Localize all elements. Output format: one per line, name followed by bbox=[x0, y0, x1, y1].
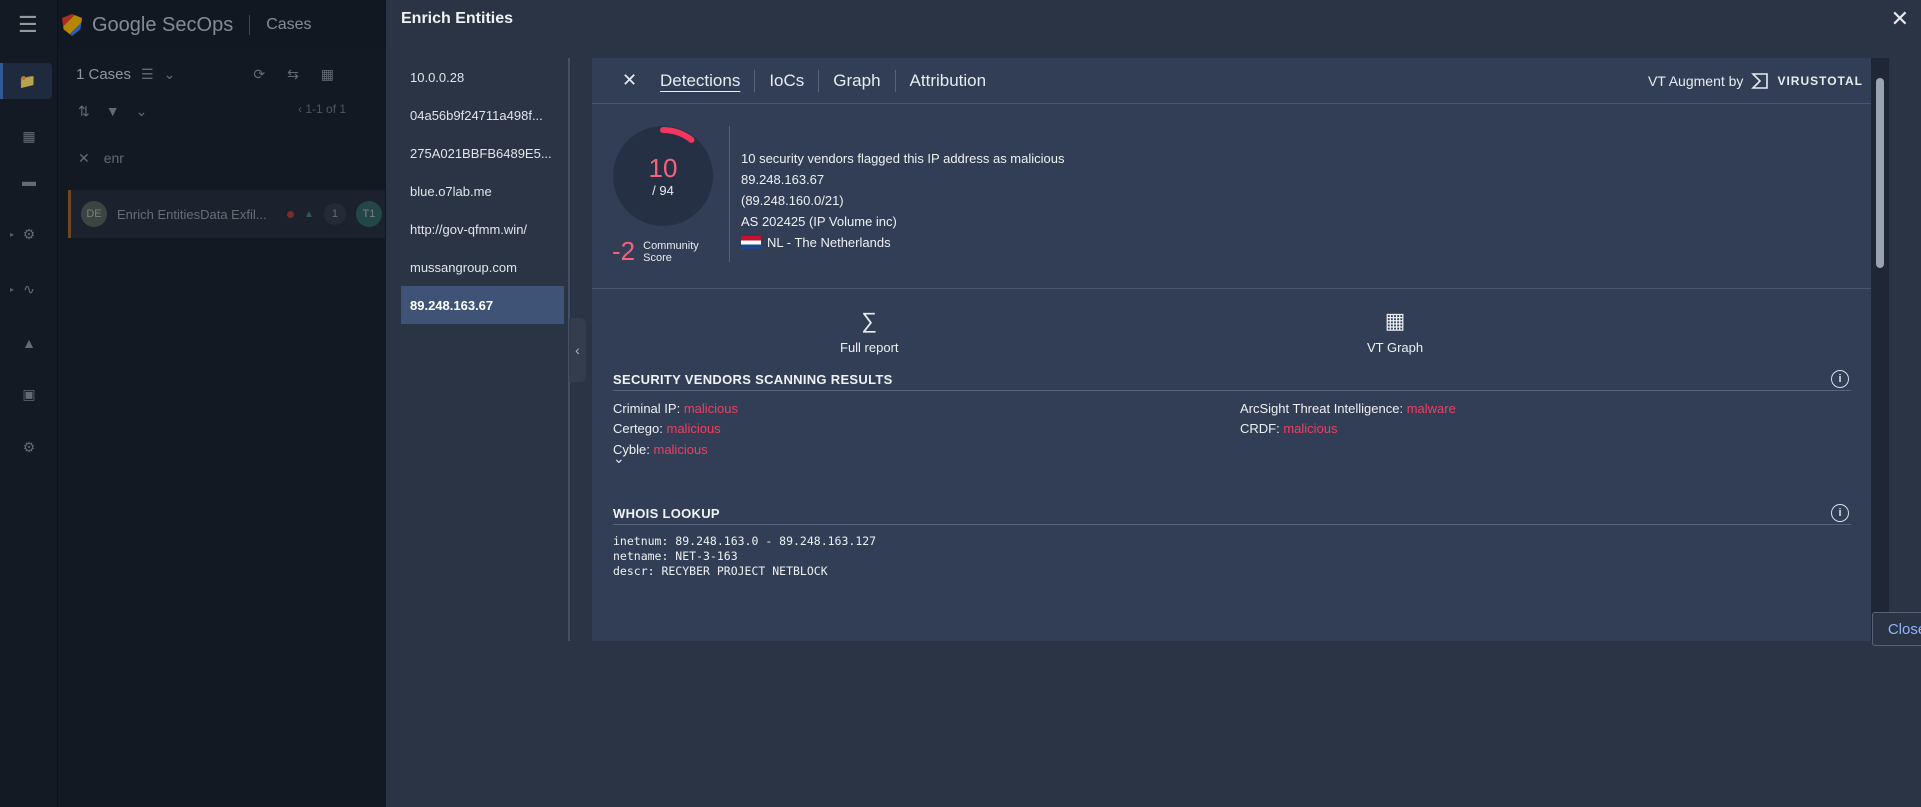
vendor-name: Criminal IP: bbox=[613, 401, 681, 416]
ip-network: (89.248.160.0/21) bbox=[741, 193, 844, 208]
vendor-name: Certego: bbox=[613, 421, 663, 436]
vendor-result: ArcSight Threat Intelligence: malware bbox=[1240, 401, 1456, 416]
full-report-label: Full report bbox=[840, 340, 899, 355]
enrich-entities-modal: Enrich Entities ✕ 10.0.0.28 04a56b9f2471… bbox=[385, 0, 1921, 807]
detection-summary: 10 security vendors flagged this IP addr… bbox=[741, 151, 1065, 166]
graph-icon: ▦ bbox=[1384, 308, 1406, 333]
whois-line: descr: RECYBER PROJECT NETBLOCK bbox=[613, 564, 828, 578]
entity-item[interactable]: 10.0.0.28 bbox=[401, 58, 564, 96]
entity-item[interactable]: 275A021BBFB6489E5... bbox=[401, 134, 564, 172]
ip-address: 89.248.163.67 bbox=[741, 172, 825, 187]
community-score-label: Community Score bbox=[643, 240, 699, 264]
whois-section-title: WHOIS LOOKUP bbox=[613, 506, 720, 521]
section-line bbox=[613, 390, 1851, 391]
virustotal-logo-icon bbox=[1751, 73, 1769, 89]
modal-title: Enrich Entities bbox=[401, 10, 514, 27]
whois-content: inetnum: 89.248.163.0 - 89.248.163.127 ne… bbox=[613, 534, 876, 579]
vendor-verdict: malware bbox=[1406, 401, 1456, 416]
entity-item[interactable]: mussangroup.com bbox=[401, 248, 564, 286]
close-icon[interactable]: ✕ bbox=[1891, 8, 1909, 30]
vendor-result: Certego: malicious bbox=[613, 421, 721, 436]
community-label-line2: Score bbox=[643, 251, 672, 264]
vendor-result: Cyble: malicious bbox=[613, 442, 708, 457]
vendors-section-title: SECURITY VENDORS SCANNING RESULTS bbox=[613, 372, 893, 387]
full-report-button[interactable]: ∑ Full report bbox=[840, 308, 899, 355]
info-icon[interactable]: i bbox=[1831, 370, 1849, 388]
tab-detections[interactable]: Detections bbox=[660, 70, 754, 92]
vt-augment-label: VT Augment by VIRUSTOTAL bbox=[1648, 72, 1863, 90]
vendor-result: CRDF: malicious bbox=[1240, 421, 1338, 436]
vt-graph-button[interactable]: ▦ VT Graph bbox=[1367, 308, 1423, 355]
country-row: NL - The Netherlands bbox=[741, 232, 1064, 253]
entity-item[interactable]: http://gov-qfmm.win/ bbox=[401, 210, 564, 248]
section-divider bbox=[592, 288, 1889, 289]
virustotal-panel: ✕ Detections IoCs Graph Attribution VT A… bbox=[592, 58, 1889, 641]
tab-attribution[interactable]: Attribution bbox=[894, 69, 1001, 92]
community-label-line1: Community bbox=[643, 239, 699, 252]
whois-line: netname: NET-3-163 bbox=[613, 549, 738, 563]
info-icon[interactable]: i bbox=[1831, 504, 1849, 522]
country-name: NL - The Netherlands bbox=[767, 235, 891, 250]
netherlands-flag-icon bbox=[741, 236, 761, 249]
asn-info: AS 202425 (IP Volume inc) bbox=[741, 214, 897, 229]
ip-summary: 10 security vendors flagged this IP addr… bbox=[741, 148, 1064, 253]
scrollbar-thumb[interactable] bbox=[1876, 78, 1884, 268]
modal-backdrop bbox=[0, 0, 386, 807]
virustotal-brand: VIRUSTOTAL bbox=[1777, 74, 1863, 88]
vendor-verdict: malicious bbox=[653, 442, 708, 457]
tab-iocs[interactable]: IoCs bbox=[754, 69, 818, 92]
expand-chevron-icon[interactable]: ⌄ bbox=[613, 450, 625, 467]
close-button[interactable]: Close bbox=[1872, 612, 1921, 646]
entity-item[interactable]: blue.o7lab.me bbox=[401, 172, 564, 210]
collapse-panel-icon[interactable]: ‹ bbox=[569, 318, 586, 382]
vendor-name: CRDF: bbox=[1240, 421, 1280, 436]
summary-divider bbox=[729, 126, 730, 262]
tab-graph[interactable]: Graph bbox=[818, 69, 894, 92]
entity-item[interactable]: 04a56b9f24711a498f... bbox=[401, 96, 564, 134]
entity-list: 10.0.0.28 04a56b9f24711a498f... 275A021B… bbox=[401, 58, 564, 324]
vendor-verdict: malicious bbox=[1283, 421, 1338, 436]
whois-line: inetnum: 89.248.163.0 - 89.248.163.127 bbox=[613, 534, 877, 548]
vendor-verdict: malicious bbox=[683, 401, 738, 416]
sigma-icon: ∑ bbox=[861, 308, 878, 333]
section-line bbox=[613, 524, 1851, 525]
vendor-result: Criminal IP: malicious bbox=[613, 401, 738, 416]
vertical-scrollbar[interactable] bbox=[1871, 58, 1889, 641]
vt-graph-label: VT Graph bbox=[1367, 340, 1424, 355]
detection-score-gauge: 10 / 94 bbox=[613, 126, 713, 226]
close-icon[interactable]: ✕ bbox=[622, 70, 642, 91]
entity-item-selected[interactable]: 89.248.163.67 bbox=[401, 286, 564, 324]
community-score: -2 Community Score bbox=[612, 236, 699, 267]
community-score-value: -2 bbox=[612, 236, 636, 266]
vendor-name: ArcSight Threat Intelligence: bbox=[1240, 401, 1404, 416]
vendor-verdict: malicious bbox=[666, 421, 721, 436]
score-ring-icon bbox=[614, 127, 712, 225]
augment-text: VT Augment by bbox=[1647, 73, 1744, 89]
